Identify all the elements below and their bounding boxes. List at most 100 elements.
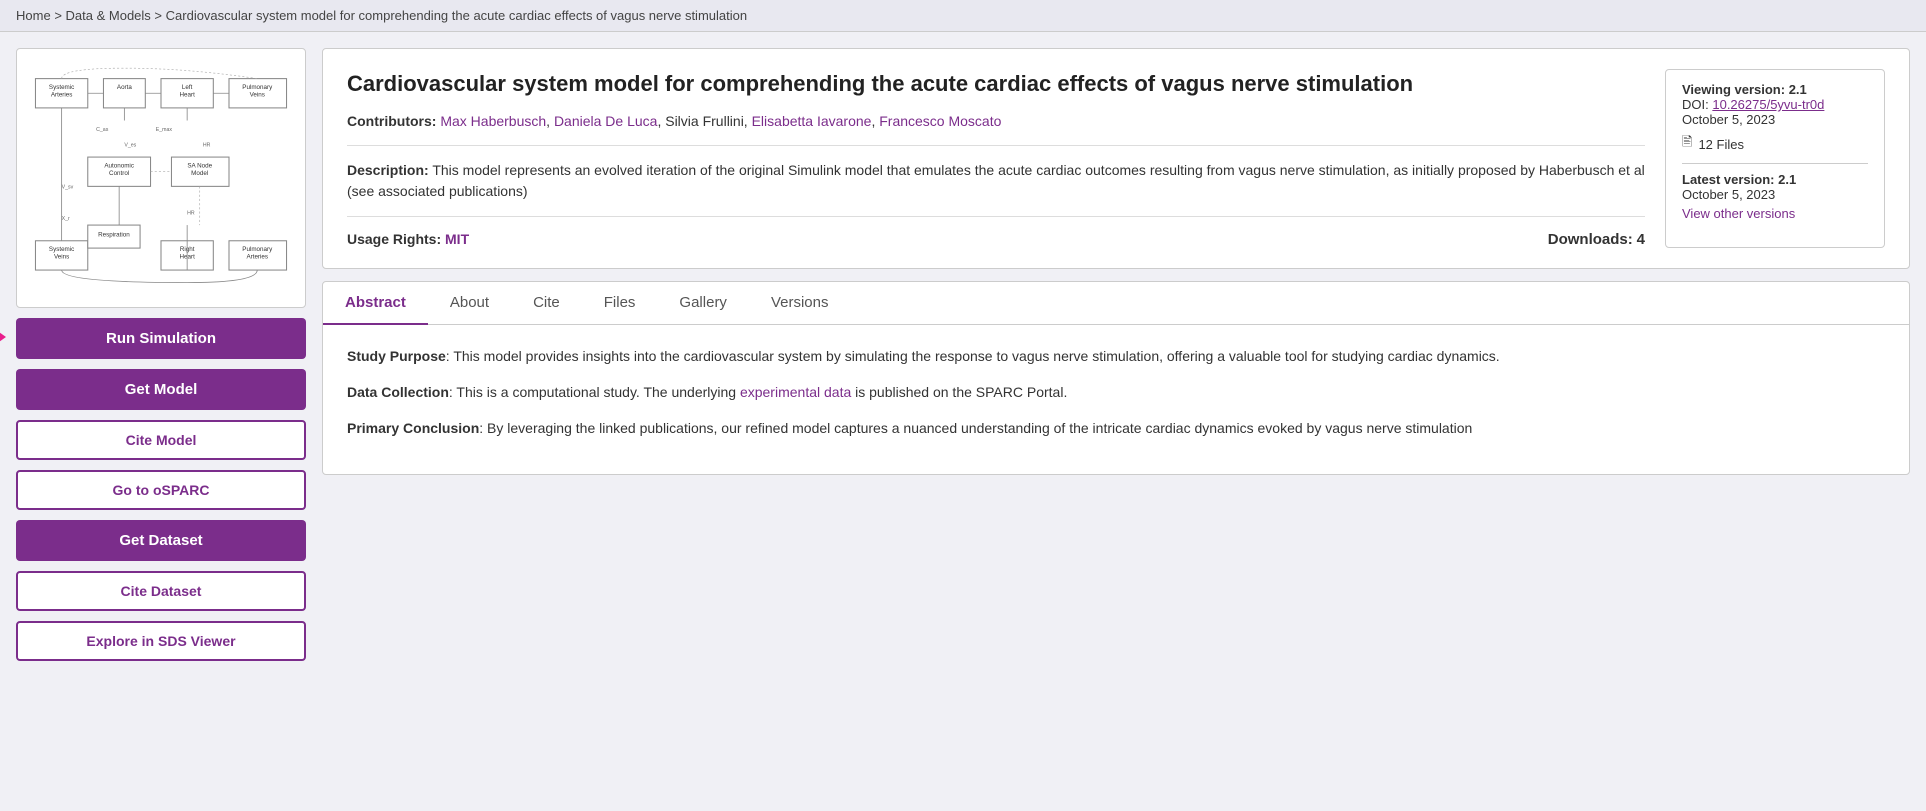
- cite-dataset-button[interactable]: Cite Dataset: [16, 571, 306, 611]
- svg-text:Systemic: Systemic: [49, 84, 74, 91]
- go-to-osparc-button[interactable]: Go to oSPARC: [16, 470, 306, 510]
- contributors-row: Contributors: Max Haberbusch, Daniela De…: [347, 113, 1645, 129]
- svg-text:Autonomic: Autonomic: [104, 163, 134, 170]
- study-purpose-text: : This model provides insights into the …: [446, 348, 1500, 364]
- main-layout: Systemic Arteries Aorta Left Heart Pulmo…: [0, 32, 1926, 677]
- svg-text:SA Node: SA Node: [187, 163, 212, 170]
- view-other-versions-link[interactable]: View other versions: [1682, 206, 1868, 221]
- svg-text:X_r: X_r: [62, 216, 70, 222]
- get-dataset-button[interactable]: Get Dataset: [16, 520, 306, 561]
- contributor-silvia: Silvia Frullini,: [665, 113, 747, 129]
- files-icon: 🖹: [1682, 133, 1692, 155]
- usage-rights-section: Usage Rights: MIT: [347, 231, 469, 247]
- latest-version-label: Latest version:: [1682, 172, 1774, 187]
- usage-rights-label: Usage Rights:: [347, 231, 441, 247]
- primary-conclusion-paragraph: Primary Conclusion: By leveraging the li…: [347, 417, 1885, 439]
- contributor-daniela[interactable]: Daniela De Luca: [554, 113, 658, 129]
- usage-license: MIT: [445, 231, 469, 247]
- tab-cite[interactable]: Cite: [511, 282, 582, 325]
- abstract-tab-content: Study Purpose: This model provides insig…: [323, 325, 1909, 474]
- description-text: This model represents an evolved iterati…: [347, 162, 1645, 199]
- svg-text:C_as: C_as: [96, 127, 109, 133]
- right-panel: Cardiovascular system model for comprehe…: [322, 48, 1910, 661]
- model-title: Cardiovascular system model for comprehe…: [347, 69, 1645, 99]
- model-title-section: Cardiovascular system model for comprehe…: [347, 69, 1645, 248]
- downloads-label: Downloads:: [1548, 231, 1633, 248]
- data-collection-label: Data Collection: [347, 384, 449, 400]
- primary-conclusion-text: : By leveraging the linked publications,…: [479, 420, 1472, 436]
- breadcrumb-current: Cardiovascular system model for comprehe…: [166, 8, 747, 23]
- svg-text:HR: HR: [203, 143, 211, 149]
- explore-sds-viewer-button[interactable]: Explore in SDS Viewer: [16, 621, 306, 661]
- latest-version-row: Latest version: 2.1: [1682, 172, 1868, 187]
- svg-text:Control: Control: [109, 170, 129, 177]
- doi-row: DOI: 10.26275/5yvu-tr0d: [1682, 97, 1868, 112]
- breadcrumb: Home > Data & Models > Cardiovascular sy…: [0, 0, 1926, 32]
- svg-text:Arteries: Arteries: [246, 254, 268, 261]
- experimental-data-link[interactable]: experimental data: [740, 384, 851, 400]
- version-date: October 5, 2023: [1682, 112, 1868, 127]
- tabs-row: Abstract About Cite Files Gallery Versio…: [323, 282, 1909, 325]
- tab-abstract[interactable]: Abstract: [323, 282, 428, 325]
- svg-text:Veins: Veins: [54, 254, 69, 261]
- breadcrumb-sep1: >: [54, 8, 65, 23]
- svg-text:Pulmonary: Pulmonary: [242, 84, 273, 91]
- cite-model-button[interactable]: Cite Model: [16, 420, 306, 460]
- usage-row: Usage Rights: MIT Downloads: 4: [347, 216, 1645, 248]
- svg-text:V_es: V_es: [124, 143, 136, 149]
- arrow-indicator: [0, 323, 6, 355]
- tab-gallery[interactable]: Gallery: [657, 282, 749, 325]
- breadcrumb-sep2: >: [154, 8, 165, 23]
- latest-version-number: 2.1: [1778, 172, 1796, 187]
- svg-text:Left: Left: [182, 84, 193, 91]
- contributor-max[interactable]: Max Haberbusch: [440, 113, 546, 129]
- version-box: Viewing version: 2.1 DOI: 10.26275/5yvu-…: [1665, 69, 1885, 248]
- primary-conclusion-label: Primary Conclusion: [347, 420, 479, 436]
- viewing-version: Viewing version: 2.1: [1682, 82, 1868, 97]
- doi-link[interactable]: 10.26275/5yvu-tr0d: [1712, 97, 1824, 112]
- left-panel: Systemic Arteries Aorta Left Heart Pulmo…: [16, 48, 306, 661]
- svg-text:Veins: Veins: [250, 91, 265, 98]
- svg-text:HR: HR: [187, 211, 195, 217]
- run-simulation-wrapper: Run Simulation: [16, 318, 306, 359]
- tab-about[interactable]: About: [428, 282, 511, 325]
- files-count: 12 Files: [1698, 137, 1744, 152]
- description-row: Description: This model represents an ev…: [347, 145, 1645, 202]
- tab-versions[interactable]: Versions: [749, 282, 851, 325]
- model-thumbnail: Systemic Arteries Aorta Left Heart Pulmo…: [16, 48, 306, 308]
- viewing-version-number: 2.1: [1789, 82, 1807, 97]
- study-purpose-paragraph: Study Purpose: This model provides insig…: [347, 345, 1885, 367]
- downloads-section: Downloads: 4: [1548, 231, 1645, 248]
- study-purpose-label: Study Purpose: [347, 348, 446, 364]
- description-label: Description:: [347, 162, 429, 178]
- svg-text:V_sv: V_sv: [62, 184, 74, 190]
- latest-version-date: October 5, 2023: [1682, 187, 1868, 202]
- contributor-elisabetta[interactable]: Elisabetta Iavarone: [752, 113, 872, 129]
- svg-text:Aorta: Aorta: [117, 84, 132, 91]
- svg-text:Model: Model: [191, 170, 208, 177]
- data-collection-text: : This is a computational study. The und…: [449, 384, 740, 400]
- run-simulation-button[interactable]: Run Simulation: [16, 318, 306, 359]
- svg-text:Arteries: Arteries: [51, 91, 73, 98]
- contributors-label: Contributors:: [347, 113, 436, 129]
- svg-text:Pulmonary: Pulmonary: [242, 246, 273, 253]
- get-model-button[interactable]: Get Model: [16, 369, 306, 410]
- svg-text:Heart: Heart: [179, 91, 195, 98]
- breadcrumb-section[interactable]: Data & Models: [66, 8, 151, 23]
- viewing-version-label: Viewing version:: [1682, 82, 1785, 97]
- svg-text:Systemic: Systemic: [49, 246, 74, 253]
- contributor-francesco[interactable]: Francesco Moscato: [879, 113, 1001, 129]
- data-collection-paragraph: Data Collection: This is a computational…: [347, 381, 1885, 403]
- doi-label: DOI:: [1682, 97, 1709, 112]
- svg-text:Respiration: Respiration: [98, 232, 130, 239]
- version-separator: [1682, 163, 1868, 164]
- data-collection-text2: is published on the SPARC Portal.: [851, 384, 1067, 400]
- downloads-count: 4: [1637, 231, 1645, 248]
- model-info-card: Cardiovascular system model for comprehe…: [322, 48, 1910, 269]
- tab-files[interactable]: Files: [582, 282, 658, 325]
- files-row: 🖹 12 Files: [1682, 133, 1868, 155]
- tabs-card: Abstract About Cite Files Gallery Versio…: [322, 281, 1910, 475]
- svg-text:E_max: E_max: [156, 127, 173, 133]
- title-row: Cardiovascular system model for comprehe…: [347, 69, 1885, 248]
- breadcrumb-home[interactable]: Home: [16, 8, 51, 23]
